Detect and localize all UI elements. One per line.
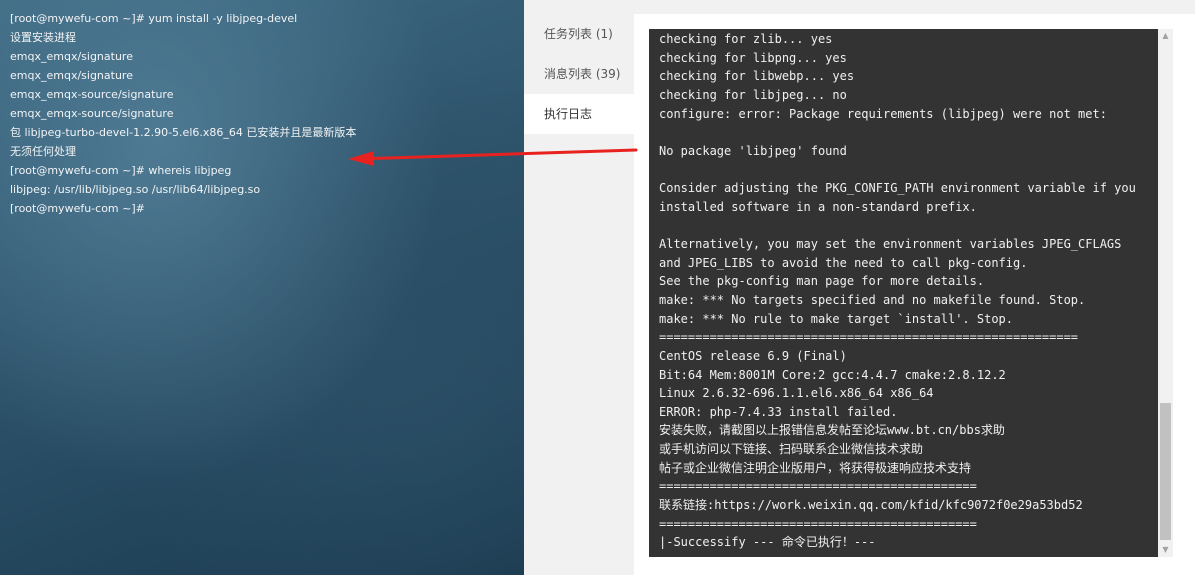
log-line: configure: error: Package requirements (… bbox=[659, 106, 1107, 121]
terminal-line: emqx_emqx-source/signature bbox=[10, 88, 174, 101]
terminal-line: 设置安装进程 bbox=[10, 31, 76, 44]
log-line: ========================================… bbox=[659, 516, 977, 531]
log-line: No package 'libjpeg' found bbox=[659, 143, 847, 158]
terminal-line: emqx_emqx-source/signature bbox=[10, 107, 174, 120]
tab-message-list[interactable]: 消息列表 (39) bbox=[524, 54, 634, 94]
log-line: make: *** No targets specified and no ma… bbox=[659, 292, 1086, 307]
log-line: make: *** No rule to make target `instal… bbox=[659, 311, 1014, 326]
log-line: 帖子或企业微信注明企业版用户，将获得极速响应技术支持 bbox=[659, 460, 972, 475]
task-panel: 任务列表 (1) 消息列表 (39) 执行日志 checking for zli… bbox=[524, 0, 1195, 575]
terminal-line: emqx_emqx/signature bbox=[10, 50, 133, 63]
tab-task-list[interactable]: 任务列表 (1) bbox=[524, 14, 634, 54]
terminal-line: 包 libjpeg-turbo-devel-1.2.90-5.el6.x86_6… bbox=[10, 126, 357, 139]
terminal-line: libjpeg: /usr/lib/libjpeg.so /usr/lib64/… bbox=[10, 183, 261, 196]
execution-log-output: checking for zlib... yes checking for lib… bbox=[659, 30, 1136, 552]
terminal-line: [root@mywefu-com ~]# yum install -y libj… bbox=[10, 12, 298, 25]
terminal-line: 无须任何处理 bbox=[10, 145, 76, 158]
terminal-line: emqx_emqx/signature bbox=[10, 69, 133, 82]
log-line: installed software in a non-standard pre… bbox=[659, 199, 977, 214]
log-scrollbar[interactable]: ▲ ▼ bbox=[1158, 29, 1173, 557]
terminal-output: [root@mywefu-com ~]# yum install -y libj… bbox=[10, 9, 356, 218]
terminal-line: [root@mywefu-com ~]# whereis libjpeg bbox=[10, 164, 232, 177]
tab-execution-log[interactable]: 执行日志 bbox=[524, 94, 634, 134]
log-line: ERROR: php-7.4.33 install failed. bbox=[659, 404, 898, 419]
log-line: Consider adjusting the PKG_CONFIG_PATH e… bbox=[659, 181, 1136, 196]
log-line bbox=[659, 160, 1136, 179]
log-line: 联系链接:https://work.weixin.qq.com/kfid/kfc… bbox=[659, 498, 1083, 513]
log-line: 安装失败，请截图以上报错信息发帖至论坛www.bt.cn/bbs求助 bbox=[659, 423, 1005, 438]
terminal-line: [root@mywefu-com ~]# bbox=[10, 202, 145, 215]
execution-log-box[interactable]: checking for zlib... yes checking for lib… bbox=[649, 29, 1173, 557]
log-line: checking for libjpeg... no bbox=[659, 87, 847, 102]
scroll-up-icon[interactable]: ▲ bbox=[1158, 29, 1173, 43]
log-line: ========================================… bbox=[659, 479, 977, 494]
scroll-thumb[interactable] bbox=[1160, 403, 1171, 540]
log-line: checking for libpng... yes bbox=[659, 50, 847, 65]
log-line bbox=[659, 123, 1136, 142]
terminal-window[interactable]: [root@mywefu-com ~]# yum install -y libj… bbox=[0, 0, 524, 575]
log-line: |-Successify --- 命令已执行！--- bbox=[659, 535, 876, 550]
log-line: Linux 2.6.32-696.1.1.el6.x86_64 x86_64 bbox=[659, 386, 934, 401]
log-line: CentOS release 6.9 (Final) bbox=[659, 348, 847, 363]
scroll-down-icon[interactable]: ▼ bbox=[1158, 543, 1173, 557]
panel-tabs: 任务列表 (1) 消息列表 (39) 执行日志 bbox=[524, 14, 634, 575]
log-line: ========================================… bbox=[659, 330, 1079, 345]
log-line: Alternatively, you may set the environme… bbox=[659, 237, 1122, 252]
log-line: and JPEG_LIBS to avoid the need to call … bbox=[659, 255, 1028, 270]
panel-top-bar bbox=[524, 0, 1195, 14]
log-line: 或手机访问以下链接、扫码联系企业微信技术求助 bbox=[659, 442, 924, 457]
log-line: checking for libwebp... yes bbox=[659, 69, 855, 84]
log-line: Bit:64 Mem:8001M Core:2 gcc:4.4.7 cmake:… bbox=[659, 367, 1006, 382]
log-line: See the pkg-config man page for more det… bbox=[659, 274, 985, 289]
log-line: checking for zlib... yes bbox=[659, 32, 833, 46]
log-line bbox=[659, 216, 1136, 235]
